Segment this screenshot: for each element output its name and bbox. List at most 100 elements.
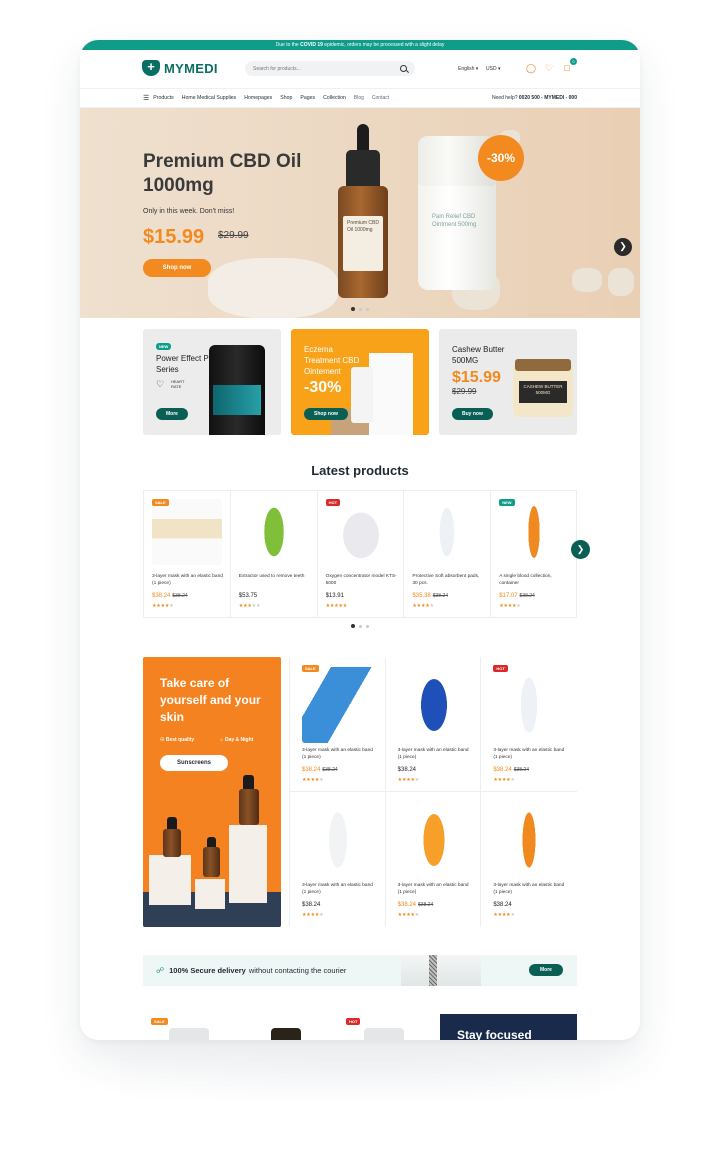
product-card[interactable]: SALE bbox=[143, 1014, 229, 1040]
hot-badge: HOT bbox=[493, 665, 508, 672]
product-name[interactable]: 3-layer mask with an elastic band (1 pie… bbox=[302, 882, 374, 896]
product-card[interactable]: Extractor used to remove teeth $53.75 ★★… bbox=[231, 491, 318, 617]
more-button[interactable]: More bbox=[529, 964, 563, 976]
help-phone: Need help? 0020 500 - MYMEDI - 000 bbox=[492, 95, 577, 101]
product-name[interactable]: 3-layer mask with an elastic band (1 pie… bbox=[302, 747, 374, 761]
hero-price: $15.99 bbox=[143, 226, 205, 248]
nav-item-products[interactable]: Products bbox=[153, 95, 173, 101]
cbd-bottle-label: Premium CBD Oil 1000mg bbox=[343, 216, 383, 271]
product-price: $35.38 $38.24 bbox=[412, 593, 448, 599]
product-name[interactable]: Extractor used to remove teeth bbox=[239, 573, 311, 580]
price-old: $38.24 bbox=[519, 593, 535, 599]
product-card[interactable]: SALE 3-layer mask with an elastic band (… bbox=[144, 491, 231, 617]
price-current: $38.24 bbox=[493, 767, 512, 773]
chevron-right-icon[interactable]: ❯ bbox=[571, 540, 590, 559]
promo-power-effect[interactable]: NEW Power Effect Pro Series ♡ HEART RATE… bbox=[143, 329, 281, 435]
buy-now-button[interactable]: Buy now bbox=[452, 408, 493, 420]
nav-item-collection[interactable]: Collection bbox=[323, 95, 346, 101]
language-select[interactable]: English ▾ bbox=[458, 66, 478, 72]
product-card[interactable] bbox=[243, 1014, 329, 1040]
main-nav: ☰ Products Home Medical Supplies Homepag… bbox=[80, 88, 640, 108]
nav-item-contact[interactable]: Contact bbox=[372, 95, 389, 101]
pagination-dot[interactable] bbox=[351, 624, 355, 628]
product-card[interactable]: 3-layer mask with an elastic band (1 pie… bbox=[290, 792, 386, 927]
product-image[interactable] bbox=[493, 802, 566, 878]
product-card[interactable]: NEW A single blood collection, container… bbox=[491, 491, 578, 617]
logo[interactable]: MYMEDI bbox=[142, 59, 218, 76]
chevron-right-icon[interactable]: ❯ bbox=[614, 238, 632, 256]
product-card[interactable]: HOT 3-layer mask with an elastic band (1… bbox=[481, 657, 577, 792]
product-card[interactable]: HOT bbox=[338, 1014, 424, 1040]
ointment-box-image bbox=[369, 353, 413, 435]
nav-item-pages[interactable]: Pages bbox=[300, 95, 315, 101]
product-name[interactable]: 3-layer mask with an elastic band (1 pie… bbox=[152, 573, 224, 587]
rating-stars: ★★★★★ bbox=[493, 777, 515, 783]
product-name[interactable]: 3-layer mask with an elastic band (1 pie… bbox=[493, 882, 565, 896]
price-current: $38.24 bbox=[302, 902, 321, 908]
product-image[interactable] bbox=[412, 499, 483, 565]
search-input[interactable] bbox=[253, 65, 400, 72]
pedestal-block bbox=[229, 825, 267, 903]
product-image[interactable] bbox=[397, 667, 470, 743]
nav-item-home-medical[interactable]: Home Medical Supplies bbox=[182, 95, 237, 101]
product-card[interactable]: Protective Soft absorbent pads, 30 pcs. … bbox=[404, 491, 492, 617]
promo-subtitle: HEART RATE bbox=[171, 379, 185, 389]
rating-stars: ★★★★★ bbox=[493, 912, 515, 918]
rating-stars: ★★★★★ bbox=[325, 603, 348, 609]
shop-now-button[interactable]: Shop now bbox=[304, 408, 348, 420]
product-name[interactable]: A single blood collection, container bbox=[499, 573, 571, 587]
product-price: $38.24 bbox=[302, 902, 320, 908]
heart-icon[interactable]: ♡ bbox=[544, 63, 554, 73]
new-badge: NEW bbox=[499, 499, 515, 506]
nav-item-shop[interactable]: Shop bbox=[280, 95, 292, 101]
product-name[interactable]: 3-layer mask with an elastic band (1 pie… bbox=[398, 747, 470, 761]
product-price: $17.07 $38.24 bbox=[499, 593, 535, 599]
header-icons: ◯ ♡ □ 0 bbox=[526, 58, 577, 73]
product-image[interactable] bbox=[325, 499, 396, 565]
user-icon[interactable]: ◯ bbox=[526, 63, 536, 73]
currency-select[interactable]: USD ▾ bbox=[486, 66, 500, 72]
price-old: $38.24 bbox=[172, 593, 188, 599]
product-image[interactable] bbox=[169, 1028, 209, 1040]
product-card[interactable]: HOT Oxygen concentrator model KTS-5000 $… bbox=[318, 491, 405, 617]
product-image[interactable] bbox=[152, 499, 222, 565]
product-image[interactable] bbox=[493, 667, 566, 743]
sunscreens-button[interactable]: Sunscreens bbox=[160, 755, 228, 771]
product-image[interactable] bbox=[271, 1028, 301, 1040]
page-card: Due to the COVID 19 epidemic, orders may… bbox=[80, 40, 640, 1040]
gift-ribbon-image bbox=[401, 955, 481, 986]
product-name[interactable]: 3-layer mask with an elastic band (1 pie… bbox=[398, 882, 470, 896]
pedestal-block bbox=[149, 855, 191, 905]
menu-icon[interactable]: ☰ bbox=[143, 94, 149, 102]
cart-icon[interactable]: □ 0 bbox=[562, 58, 577, 73]
pagination-dot[interactable] bbox=[366, 625, 369, 628]
pagination-dot[interactable] bbox=[359, 308, 362, 311]
product-card[interactable]: 3-layer mask with an elastic band (1 pie… bbox=[386, 792, 482, 927]
product-image[interactable] bbox=[499, 499, 570, 565]
help-phone-number[interactable]: 0020 500 - MYMEDI - 000 bbox=[519, 95, 577, 101]
nav-item-blog[interactable]: Blog bbox=[354, 95, 364, 101]
shop-now-button[interactable]: Shop now bbox=[143, 259, 211, 277]
product-name[interactable]: Oxygen concentrator model KTS-5000 bbox=[326, 573, 398, 587]
product-image[interactable] bbox=[397, 802, 470, 878]
price-current: $35.38 bbox=[412, 593, 431, 599]
product-image[interactable] bbox=[302, 667, 374, 743]
pagination-dot[interactable] bbox=[366, 308, 369, 311]
product-name[interactable]: 3-layer mask with an elastic band (1 pie… bbox=[493, 747, 565, 761]
product-card[interactable]: SALE 3-layer mask with an elastic band (… bbox=[290, 657, 386, 792]
product-card[interactable]: 3-layer mask with an elastic band (1 pie… bbox=[385, 657, 482, 792]
product-image[interactable] bbox=[302, 802, 374, 878]
product-card[interactable]: 3-layer mask with an elastic band (1 pie… bbox=[481, 792, 577, 927]
promo-eczema[interactable]: Eczema Treatment CBD Ointement -30% Shop… bbox=[291, 329, 429, 435]
promo-cashew[interactable]: Cashew Butter 500MG $15.99 $29.99 CASHEW… bbox=[439, 329, 577, 435]
search-icon[interactable] bbox=[400, 65, 407, 72]
product-name[interactable]: Protective Soft absorbent pads, 30 pcs. bbox=[412, 573, 484, 587]
more-button[interactable]: More bbox=[156, 408, 188, 420]
product-image[interactable] bbox=[238, 499, 309, 565]
product-image[interactable] bbox=[364, 1028, 404, 1040]
stay-focused-banner[interactable]: Stay focused bbox=[440, 1014, 577, 1040]
pagination-dot[interactable] bbox=[351, 307, 355, 311]
skin-banner-title: Take care of yourself and your skin bbox=[160, 676, 261, 724]
nav-item-homepages[interactable]: Homepages bbox=[244, 95, 272, 101]
pagination-dot[interactable] bbox=[359, 625, 362, 628]
